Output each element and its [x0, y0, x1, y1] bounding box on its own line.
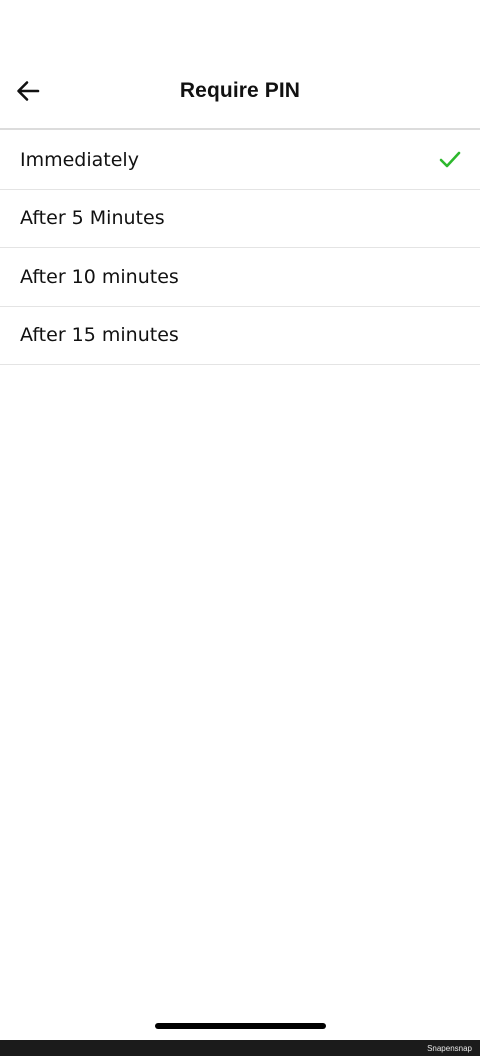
option-label: After 15 minutes	[20, 324, 179, 347]
option-label: After 5 Minutes	[20, 207, 165, 230]
footer-bar	[0, 1040, 480, 1056]
home-indicator[interactable]	[155, 1023, 326, 1029]
require-pin-screen: Require PIN Immediately After 5 Minutes …	[0, 0, 480, 1056]
option-after-10-minutes[interactable]: After 10 minutes	[0, 248, 480, 307]
arrow-left-icon	[17, 81, 40, 101]
page-title: Require PIN	[179, 79, 301, 102]
option-label: Immediately	[20, 148, 139, 171]
top-app-bar: Require PIN	[0, 54, 480, 130]
option-immediately[interactable]: Immediately	[0, 131, 480, 190]
option-after-15-minutes[interactable]: After 15 minutes	[0, 307, 480, 365]
watermark-text: Snapensnap	[427, 1044, 472, 1053]
checkmark-icon	[438, 150, 462, 170]
option-after-5-minutes[interactable]: After 5 Minutes	[0, 190, 480, 248]
pin-timeout-options: Immediately After 5 Minutes After 10 min…	[0, 131, 480, 365]
back-button[interactable]	[8, 71, 48, 111]
option-label: After 10 minutes	[20, 265, 179, 288]
